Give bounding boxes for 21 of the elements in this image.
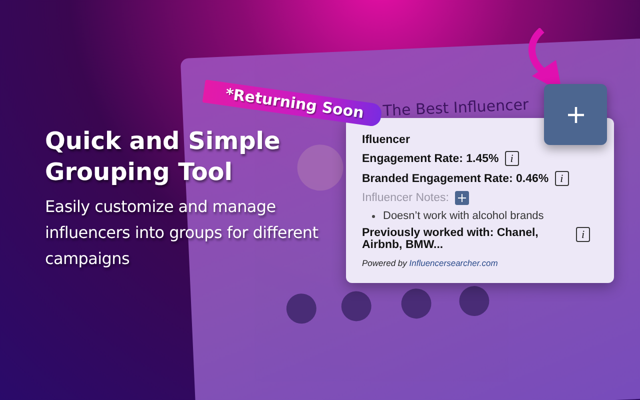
highlight-circle xyxy=(458,285,490,317)
metric-text: Branded Engagement Rate: 0.46% xyxy=(362,172,549,184)
highlight-circle xyxy=(340,290,372,322)
card-title: Ifluencer xyxy=(362,134,411,146)
highlight-circle xyxy=(286,292,318,324)
plus-icon xyxy=(456,193,467,203)
headline: Quick and Simple Grouping Tool xyxy=(45,126,282,188)
info-button[interactable]: i xyxy=(576,227,590,242)
profile-name: The Best Influencer xyxy=(382,96,530,120)
bullet-icon xyxy=(372,214,375,218)
notes-label: Influencer Notes: xyxy=(362,192,449,204)
add-note-button[interactable] xyxy=(454,191,469,205)
website-link[interactable]: Influencersearcher.com xyxy=(409,258,498,268)
info-button[interactable]: i xyxy=(504,151,519,166)
highlight-circle xyxy=(400,288,432,320)
powered-by-text: Powered by Influencersearcher.com xyxy=(362,258,499,268)
previous-brands-text: Previously worked with: Chanel, Airbnb, BMW... xyxy=(362,227,540,251)
metric-text: Engagement Rate: 1.45% xyxy=(362,152,499,164)
plus-icon xyxy=(566,104,586,124)
note-text: Doesn’t work with alcohol brands xyxy=(383,210,544,222)
info-button[interactable]: i xyxy=(554,171,569,186)
